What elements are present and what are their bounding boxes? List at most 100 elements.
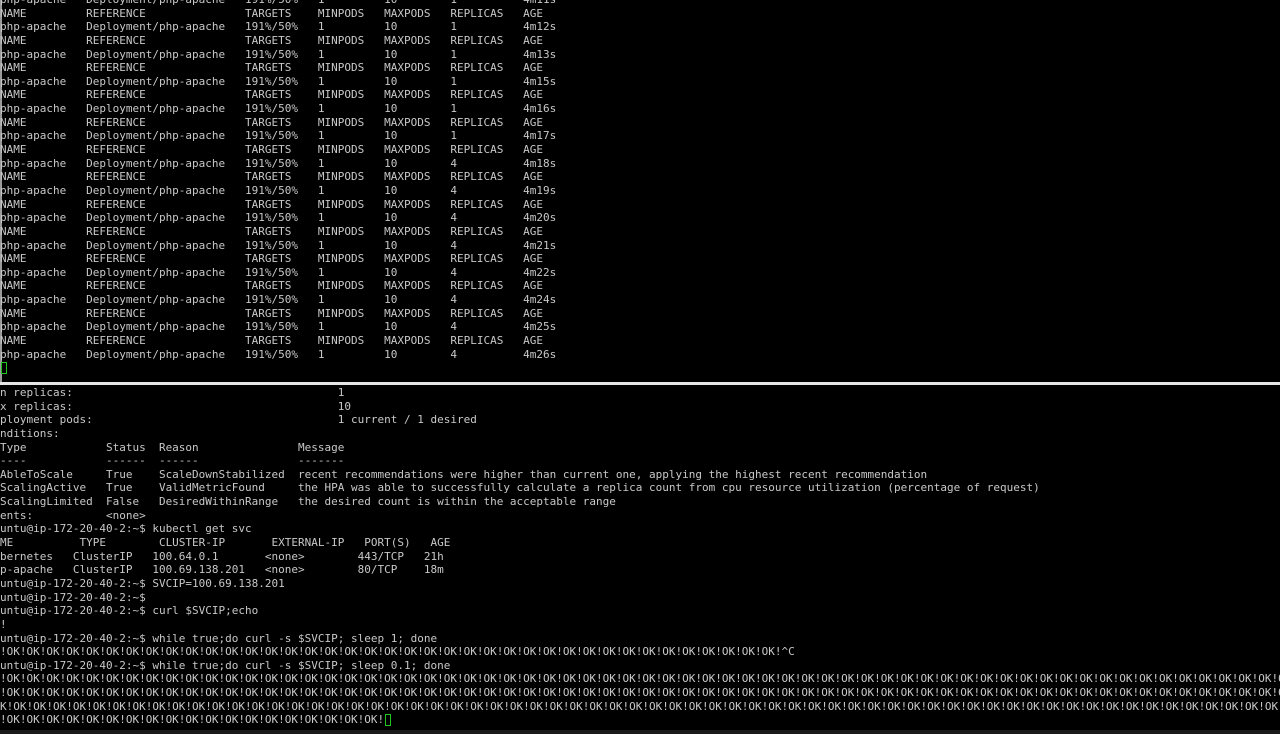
terminal-line: php-apache Deployment/php-apache 191%/50… (0, 0, 556, 7)
terminal-line-text: ME TYPE CLUSTER-IP EXTERNAL-IP PORT(S) A… (0, 536, 451, 550)
terminal-window[interactable]: php-apache Deployment/php-apache 191%/50… (0, 0, 1280, 734)
terminal-line-text: php-apache Deployment/php-apache 191%/50… (0, 183, 557, 197)
terminal-line-text: php-apache Deployment/php-apache 191%/50… (0, 156, 557, 170)
terminal-line: NAME REFERENCE TARGETS MINPODS MAXPODS R… (0, 116, 556, 130)
terminal-line-text: php-apache Deployment/php-apache 191%/50… (0, 211, 557, 225)
terminal-line-text: php-apache Deployment/php-apache 191%/50… (0, 47, 557, 61)
terminal-line: php-apache Deployment/php-apache 191%/50… (0, 102, 556, 116)
terminal-line-text: NAME REFERENCE TARGETS MINPODS MAXPODS R… (0, 279, 544, 293)
terminal-line: php-apache Deployment/php-apache 191%/50… (0, 348, 556, 362)
terminal-line: p-apache ClusterIP 100.69.138.201 <none>… (0, 563, 1280, 577)
terminal-line: php-apache Deployment/php-apache 191%/50… (0, 239, 556, 253)
terminal-line: php-apache Deployment/php-apache 191%/50… (0, 293, 556, 307)
terminal-line: !OK!OK!OK!OK!OK!OK!OK!OK!OK!OK!OK!OK!OK!… (0, 686, 1280, 700)
terminal-line-text: !OK!OK!OK!OK!OK!OK!OK!OK!OK!OK!OK!OK!OK!… (0, 713, 385, 727)
terminal-line-text: ScalingActive True ValidMetricFound the … (0, 481, 1040, 495)
terminal-line: NAME REFERENCE TARGETS MINPODS MAXPODS R… (0, 252, 556, 266)
terminal-line: nditions: (0, 427, 1280, 441)
terminal-line-text: NAME REFERENCE TARGETS MINPODS MAXPODS R… (0, 197, 544, 211)
terminal-line: K!OK!OK!OK!OK!OK!OK!OK!OK!OK!OK!OK!OK!OK… (0, 700, 1280, 714)
terminal-line-text: NAME REFERENCE TARGETS MINPODS MAXPODS R… (0, 33, 544, 47)
terminal-line-text: php-apache Deployment/php-apache 191%/50… (0, 74, 557, 88)
terminal-line-text: NAME REFERENCE TARGETS MINPODS MAXPODS R… (0, 88, 544, 102)
terminal-line-text: php-apache Deployment/php-apache 191%/50… (0, 238, 557, 252)
terminal-line-text: NAME REFERENCE TARGETS MINPODS MAXPODS R… (0, 252, 544, 266)
terminal-line-text: untu@ip-172-20-40-2:~$ kubectl get svc (0, 522, 252, 536)
terminal-line-text: bernetes ClusterIP 100.64.0.1 <none> 443… (0, 549, 444, 563)
terminal-line: php-apache Deployment/php-apache 191%/50… (0, 211, 556, 225)
terminal-line-text: !OK!OK!OK!OK!OK!OK!OK!OK!OK!OK!OK!OK!OK!… (0, 686, 1280, 700)
terminal-line: untu@ip-172-20-40-2:~$ SVCIP=100.69.138.… (0, 577, 1280, 591)
terminal-line: NAME REFERENCE TARGETS MINPODS MAXPODS R… (0, 225, 556, 239)
terminal-line-text: php-apache Deployment/php-apache 191%/50… (0, 20, 557, 34)
terminal-line: php-apache Deployment/php-apache 191%/50… (0, 75, 556, 89)
terminal-line: NAME REFERENCE TARGETS MINPODS MAXPODS R… (0, 61, 556, 75)
terminal-line-text: untu@ip-172-20-40-2:~$ (0, 590, 146, 604)
terminal-line-text: ! (0, 617, 7, 631)
cursor-icon (385, 714, 392, 727)
terminal-line: ployment pods: 1 current / 1 desired (0, 413, 1280, 427)
status-bar (0, 730, 1280, 734)
terminal-line: AbleToScale True ScaleDownStabilized rec… (0, 468, 1280, 482)
terminal-line: NAME REFERENCE TARGETS MINPODS MAXPODS R… (0, 198, 556, 212)
terminal-line: NAME REFERENCE TARGETS MINPODS MAXPODS R… (0, 7, 556, 21)
terminal-line: php-apache Deployment/php-apache 191%/50… (0, 184, 556, 198)
terminal-line: php-apache Deployment/php-apache 191%/50… (0, 20, 556, 34)
terminal-line-text: n replicas: 1 (0, 386, 345, 399)
terminal-line: untu@ip-172-20-40-2:~$ curl $SVCIP;echo (0, 604, 1280, 618)
terminal-line: !OK!OK!OK!OK!OK!OK!OK!OK!OK!OK!OK!OK!OK!… (0, 645, 1280, 659)
terminal-line-text: NAME REFERENCE TARGETS MINPODS MAXPODS R… (0, 224, 544, 238)
terminal-line-text: ents: <none> (0, 508, 146, 522)
terminal-line: ScalingActive True ValidMetricFound the … (0, 481, 1280, 495)
terminal-line (0, 361, 556, 375)
terminal-line: !OK!OK!OK!OK!OK!OK!OK!OK!OK!OK!OK!OK!OK!… (0, 713, 1280, 727)
terminal-line: ME TYPE CLUSTER-IP EXTERNAL-IP PORT(S) A… (0, 536, 1280, 550)
terminal-line: Type Status Reason Message (0, 441, 1280, 455)
terminal-line: php-apache Deployment/php-apache 191%/50… (0, 320, 556, 334)
terminal-line-text: AbleToScale True ScaleDownStabilized rec… (0, 467, 928, 481)
terminal-line-text: ScalingLimited False DesiredWithinRange … (0, 495, 616, 509)
terminal-line: NAME REFERENCE TARGETS MINPODS MAXPODS R… (0, 334, 556, 348)
terminal-line-text: NAME REFERENCE TARGETS MINPODS MAXPODS R… (0, 115, 544, 129)
terminal-line-text: NAME REFERENCE TARGETS MINPODS MAXPODS R… (0, 61, 544, 75)
terminal-line-text: php-apache Deployment/php-apache 191%/50… (0, 293, 557, 307)
terminal-line: ents: <none> (0, 509, 1280, 523)
terminal-line-text: NAME REFERENCE TARGETS MINPODS MAXPODS R… (0, 170, 544, 184)
top-pane-hpa-watch[interactable]: php-apache Deployment/php-apache 191%/50… (0, 0, 1280, 382)
terminal-line: untu@ip-172-20-40-2:~$ while true;do cur… (0, 632, 1280, 646)
terminal-line-text: php-apache Deployment/php-apache 191%/50… (0, 129, 557, 143)
terminal-line-text: untu@ip-172-20-40-2:~$ while true;do cur… (0, 658, 451, 672)
terminal-line-text: untu@ip-172-20-40-2:~$ while true;do cur… (0, 631, 438, 645)
terminal-line: ---- ------ ------ ------- (0, 454, 1280, 468)
terminal-line: php-apache Deployment/php-apache 191%/50… (0, 48, 556, 62)
terminal-line-text: !OK!OK!OK!OK!OK!OK!OK!OK!OK!OK!OK!OK!OK!… (0, 672, 1280, 686)
terminal-line: !OK!OK!OK!OK!OK!OK!OK!OK!OK!OK!OK!OK!OK!… (0, 672, 1280, 686)
terminal-line: n replicas: 1 (0, 386, 1280, 400)
terminal-line-text: NAME REFERENCE TARGETS MINPODS MAXPODS R… (0, 143, 544, 157)
terminal-line-text: ployment pods: 1 current / 1 desired (0, 413, 477, 427)
terminal-line: NAME REFERENCE TARGETS MINPODS MAXPODS R… (0, 279, 556, 293)
terminal-line-text: nditions: (0, 426, 60, 440)
terminal-line: php-apache Deployment/php-apache 191%/50… (0, 157, 556, 171)
terminal-line-text: untu@ip-172-20-40-2:~$ SVCIP=100.69.138.… (0, 576, 285, 590)
terminal-line-text: php-apache Deployment/php-apache 191%/50… (0, 0, 556, 6)
terminal-line-text: x replicas: 10 (0, 399, 351, 413)
terminal-line-text: untu@ip-172-20-40-2:~$ curl $SVCIP;echo (0, 604, 259, 618)
terminal-line-text: NAME REFERENCE TARGETS MINPODS MAXPODS R… (0, 306, 544, 320)
terminal-line: php-apache Deployment/php-apache 191%/50… (0, 266, 556, 280)
terminal-line-text: p-apache ClusterIP 100.69.138.201 <none>… (0, 563, 444, 577)
terminal-line-text: K!OK!OK!OK!OK!OK!OK!OK!OK!OK!OK!OK!OK!OK… (0, 699, 1280, 713)
bottom-pane-output: n replicas: 1x replicas: 10 ployment pods… (0, 386, 1280, 727)
terminal-line: bernetes ClusterIP 100.64.0.1 <none> 443… (0, 550, 1280, 564)
terminal-line: NAME REFERENCE TARGETS MINPODS MAXPODS R… (0, 307, 556, 321)
terminal-line: NAME REFERENCE TARGETS MINPODS MAXPODS R… (0, 88, 556, 102)
terminal-line: NAME REFERENCE TARGETS MINPODS MAXPODS R… (0, 170, 556, 184)
terminal-line: ! (0, 618, 1280, 632)
terminal-line-text: ---- ------ ------ ------- (0, 454, 345, 468)
terminal-line-text: php-apache Deployment/php-apache 191%/50… (0, 347, 557, 361)
terminal-line-text: php-apache Deployment/php-apache 191%/50… (0, 320, 557, 334)
terminal-line: untu@ip-172-20-40-2:~$ while true;do cur… (0, 659, 1280, 673)
terminal-line: untu@ip-172-20-40-2:~$ kubectl get svc (0, 522, 1280, 536)
bottom-pane-shell[interactable]: n replicas: 1x replicas: 10 ployment pods… (0, 385, 1280, 730)
terminal-line: ScalingLimited False DesiredWithinRange … (0, 495, 1280, 509)
